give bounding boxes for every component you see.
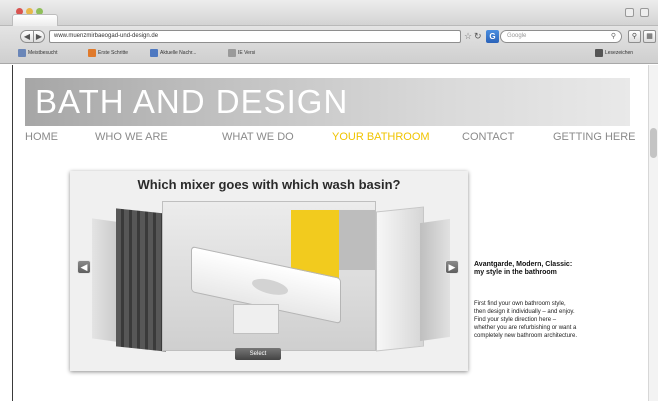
search-icon[interactable]: ⚲ — [611, 31, 616, 42]
bookmark-item-most-visited[interactable]: Meistbesucht — [18, 48, 57, 59]
carousel-panel-left[interactable] — [116, 208, 166, 352]
nav-what-we-do[interactable]: WHAT WE DO — [222, 129, 294, 145]
arrow-left-icon[interactable]: ◀ — [77, 260, 91, 274]
image-carousel[interactable]: Which mixer goes with which wash basin? — [70, 171, 468, 371]
scroll-thumb[interactable] — [650, 128, 657, 158]
zoom-icon[interactable]: ⚲ — [628, 30, 641, 43]
browser-toolbar: ◀ ▶ www.muenzmirbaeogad-und-design.de ☆ … — [0, 26, 658, 64]
bookmark-item-news[interactable]: Aktuelle Nachr... — [150, 48, 196, 59]
search-placeholder: Google — [507, 33, 527, 39]
bookmarks-menu-icon — [595, 48, 603, 57]
carousel-panel-center[interactable] — [162, 201, 376, 351]
search-engine-icon[interactable]: G — [486, 30, 499, 43]
bookmark-star-icon[interactable]: ☆ — [464, 30, 472, 43]
bookmark-item-ie[interactable]: IE Versi — [228, 48, 255, 59]
bookmark-icon — [18, 48, 26, 57]
title-bar — [0, 0, 658, 26]
arrow-right-icon[interactable]: ▶ — [445, 260, 459, 274]
select-button[interactable]: Select — [235, 348, 281, 360]
browser-tab[interactable] — [12, 14, 58, 26]
style-description: First find your own bathroom style, then… — [474, 301, 578, 339]
forward-button[interactable]: ▶ — [33, 30, 45, 43]
grey-wall-tile — [339, 210, 375, 270]
window-resize-icon[interactable] — [625, 8, 634, 17]
carousel-panel-right[interactable] — [376, 206, 424, 352]
nav-your-bathroom[interactable]: YOUR BATHROOM — [332, 129, 430, 145]
search-input[interactable]: Google ⚲ — [500, 30, 622, 43]
rss-icon — [150, 48, 158, 57]
site-banner: BATH AND DESIGN — [25, 78, 630, 126]
nav-who-we-are[interactable]: WHO WE ARE — [95, 129, 168, 145]
firefox-icon — [88, 48, 96, 57]
carousel-panel-far-right[interactable] — [420, 218, 450, 342]
nav-getting-here[interactable]: GETTING HERE — [553, 129, 636, 145]
carousel-title: Which mixer goes with which wash basin? — [137, 177, 401, 192]
nav-home[interactable]: HOME — [25, 129, 58, 145]
web-page: BATH AND DESIGN HOME WHO WE ARE WHAT WE … — [12, 65, 648, 401]
site-brand[interactable]: BATH AND DESIGN — [35, 82, 348, 122]
page-icon — [228, 48, 236, 57]
menu-icon[interactable]: ▦ — [643, 30, 656, 43]
page-scrollbar[interactable] — [648, 65, 658, 401]
back-button[interactable]: ◀ — [20, 30, 34, 43]
bookmarks-menu[interactable]: Lesezeichen — [595, 48, 633, 59]
basin-bowl — [252, 276, 288, 298]
style-heading: Avantgarde, Modern, Classic: my style in… — [474, 261, 573, 276]
window-toggle-icon[interactable] — [640, 8, 649, 17]
browser-window: ◀ ▶ www.muenzmirbaeogad-und-design.de ☆ … — [0, 0, 658, 401]
bookmark-item-getting-started[interactable]: Erste Schritte — [88, 48, 128, 59]
basin-cabinet — [233, 304, 279, 334]
address-bar[interactable]: www.muenzmirbaeogad-und-design.de — [49, 30, 461, 43]
nav-contact[interactable]: CONTACT — [462, 129, 514, 145]
reload-icon[interactable]: ↻ — [474, 30, 482, 43]
